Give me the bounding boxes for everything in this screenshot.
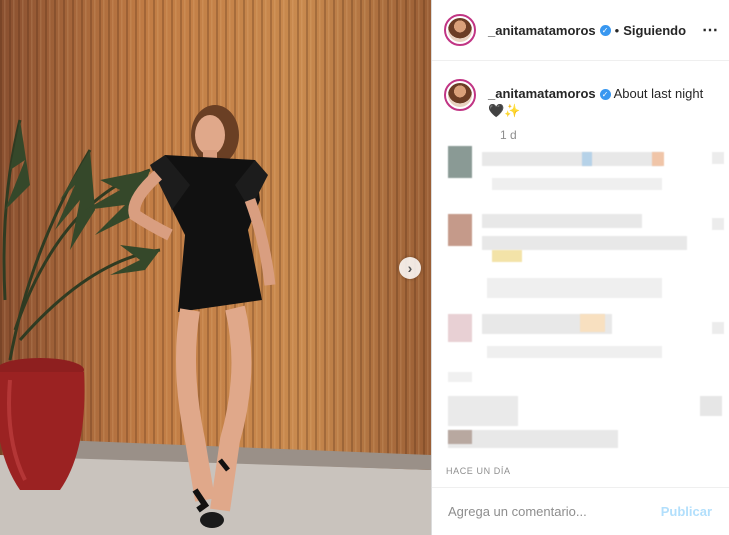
author-username[interactable]: _anitamatamoros <box>488 23 596 38</box>
comment-blur <box>448 372 472 382</box>
comment-blur <box>712 218 724 230</box>
comment-blur <box>482 152 662 166</box>
caption-body: About last night <box>613 86 704 101</box>
comment-blur <box>448 430 472 444</box>
comment-blur <box>448 430 618 448</box>
comment-blur <box>492 178 662 190</box>
caption-username[interactable]: _anitamatamoros <box>488 86 596 101</box>
comment-blur <box>700 396 722 416</box>
follow-status-button[interactable]: Siguiendo <box>623 23 686 38</box>
comment-blur <box>712 322 724 334</box>
comment-blur <box>580 314 605 332</box>
comment-input[interactable] <box>446 503 655 520</box>
comment-blur <box>482 214 642 228</box>
more-options-icon[interactable]: ⋯ <box>702 20 719 40</box>
verified-badge-icon: ✓ <box>599 89 611 101</box>
post-photo <box>0 0 431 535</box>
post-details-panel: _anitamatamoros ✓ • Siguiendo ⋯ _anitama… <box>431 0 729 535</box>
comment-blur <box>712 152 724 164</box>
post-image[interactable]: › <box>0 0 431 535</box>
comment-blur <box>482 236 687 250</box>
next-image-button[interactable]: › <box>399 257 421 279</box>
caption-text: _anitamatamoros ✓ About last night 🖤✨ <box>488 79 717 119</box>
publish-button[interactable]: Publicar <box>655 503 718 520</box>
author-avatar[interactable] <box>444 14 476 46</box>
comment-blur <box>487 346 662 358</box>
comment-blur <box>487 278 662 298</box>
comment-blur <box>448 214 472 246</box>
comment-form: Publicar <box>432 487 729 535</box>
chevron-right-icon: › <box>407 260 413 276</box>
caption-time: 1 d <box>500 128 517 142</box>
comment-blur <box>448 314 472 342</box>
post-header: _anitamatamoros ✓ • Siguiendo ⋯ <box>432 0 729 61</box>
verified-badge-icon: ✓ <box>599 24 611 36</box>
comment-blur <box>652 152 664 166</box>
caption: _anitamatamoros ✓ About last night 🖤✨ 1 d <box>432 61 729 142</box>
comment-blur <box>448 396 518 426</box>
comment-blur <box>582 152 592 166</box>
separator-dot: • <box>614 22 620 38</box>
posted-time: HACE UN DÍA <box>446 466 511 476</box>
comment-blur <box>492 250 522 262</box>
caption-emoji: 🖤✨ <box>488 103 521 118</box>
caption-avatar[interactable] <box>444 79 476 111</box>
comment-blur <box>448 146 472 178</box>
